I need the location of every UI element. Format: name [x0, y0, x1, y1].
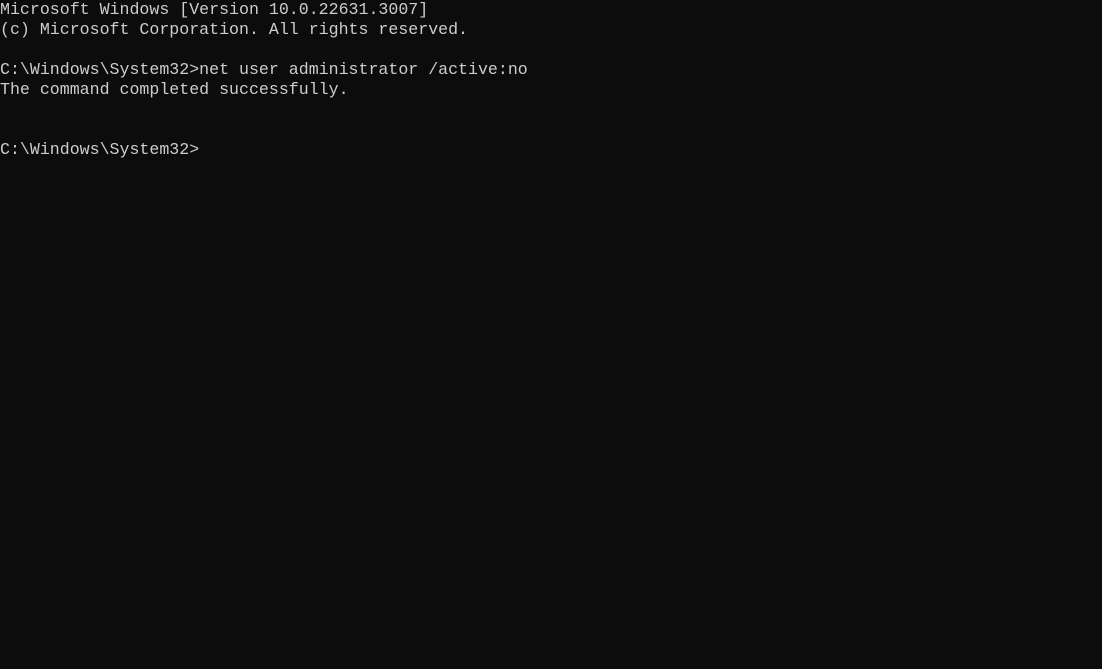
- copyright-line: (c) Microsoft Corporation. All rights re…: [0, 20, 469, 39]
- command-result-line: The command completed successfully.: [0, 80, 349, 99]
- command-line: C:\Windows\System32>net user administrat…: [0, 60, 528, 79]
- current-prompt[interactable]: C:\Windows\System32>: [0, 140, 1102, 160]
- version-line: Microsoft Windows [Version 10.0.22631.30…: [0, 0, 429, 19]
- console-output-area[interactable]: Microsoft Windows [Version 10.0.22631.30…: [0, 0, 1102, 669]
